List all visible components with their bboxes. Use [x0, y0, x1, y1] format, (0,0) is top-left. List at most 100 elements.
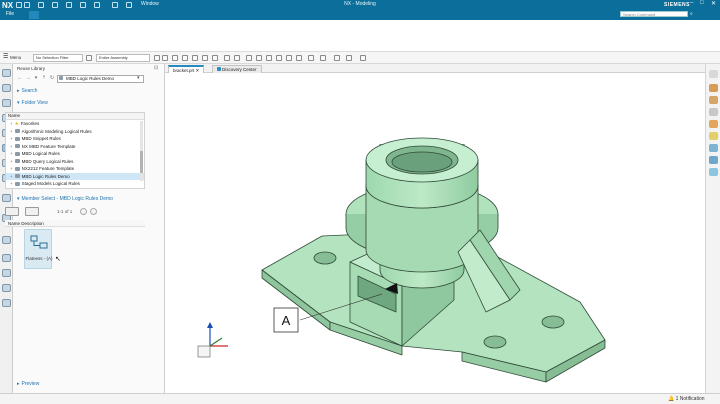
view-tool-icon-5[interactable] [286, 55, 292, 61]
resource-icon-3[interactable] [2, 99, 11, 107]
notification-status[interactable]: 🔔 1 Notification [668, 396, 705, 402]
tree-column-header[interactable]: Name [6, 113, 144, 120]
tree-item-label: Favorites [20, 121, 40, 126]
search-icon[interactable]: ⌕ [690, 11, 693, 17]
expanded-triangle-icon: ▾ [17, 196, 20, 202]
tab-discovery-center[interactable]: Discovery Center [212, 65, 262, 73]
panel-pin-icon[interactable]: ⊡ [154, 65, 158, 71]
snap-point-icon-3[interactable] [202, 55, 208, 61]
chevron-down-icon[interactable]: ▾ [137, 75, 140, 81]
tree-item-label: MBD Snippet Rules [21, 136, 61, 141]
folder-view-section-header[interactable]: ▾ Folder View [17, 100, 48, 106]
graphics-window[interactable]: A [165, 73, 705, 393]
home-tab-icon[interactable] [29, 11, 39, 19]
view-tool-icon-1[interactable] [246, 55, 252, 61]
collapsed-triangle-icon: ▸ [17, 88, 20, 94]
orient-view-icon[interactable] [334, 55, 340, 61]
tree-item[interactable]: + NX2212 Feature Template [6, 165, 144, 173]
view-tool-icon-3[interactable] [266, 55, 272, 61]
tree-item[interactable]: + MBD Snippet Rules [6, 135, 144, 143]
tree-item[interactable]: + MBD Logical Rules [6, 150, 144, 158]
view-icon-2[interactable] [709, 84, 718, 92]
view-icon-5[interactable] [709, 120, 718, 128]
snap-point-icon-6[interactable] [234, 55, 240, 61]
resource-icon-11[interactable] [2, 236, 11, 244]
expand-icon[interactable]: + [10, 181, 13, 186]
expand-icon[interactable]: + [10, 121, 13, 126]
view-icon-8[interactable] [709, 156, 718, 164]
dropdown-icon[interactable]: ▾ [32, 75, 40, 82]
menu-icon[interactable]: ☰ [3, 53, 9, 60]
member-item-flatness[interactable]: Flatness - (A) [24, 229, 53, 269]
tree-item[interactable]: + ★ Favorites [6, 120, 144, 128]
view-tool-icon-2[interactable] [256, 55, 262, 61]
tree-item[interactable]: + Staged Models Logical Rules [6, 180, 144, 188]
file-menu[interactable]: File [6, 11, 14, 17]
view-tool-icon-4[interactable] [276, 55, 282, 61]
resource-icon-12[interactable] [2, 254, 11, 262]
next-page-icon[interactable] [90, 208, 97, 215]
close-button[interactable]: ✕ [711, 0, 716, 7]
expand-icon[interactable]: + [10, 144, 13, 149]
filter-reset-icon[interactable] [86, 55, 92, 61]
scrollbar-thumb[interactable] [140, 151, 143, 173]
search-section-label: Search [21, 88, 38, 94]
view-icon-4[interactable] [709, 108, 718, 116]
resource-icon-9[interactable] [2, 194, 11, 202]
view-icon-3[interactable] [709, 96, 718, 104]
resource-icon-13[interactable] [2, 269, 11, 277]
expand-icon[interactable]: + [10, 159, 13, 164]
selection-filter-select[interactable]: No Selection Filter [33, 54, 83, 62]
selection-tool-icon-2[interactable] [162, 55, 168, 61]
search-command-input[interactable]: Search Command [620, 11, 688, 17]
library-select[interactable]: MBD Logic Rules Demo [57, 75, 144, 83]
filter-button[interactable] [25, 207, 39, 216]
render-style-icon[interactable] [320, 55, 326, 61]
expand-icon[interactable]: + [10, 136, 13, 141]
up-folder-icon[interactable]: ⇡ [40, 75, 48, 82]
tree-item[interactable]: + MBD Query Logical Rules [6, 158, 144, 166]
member-column-header[interactable]: Name Description [5, 220, 145, 227]
view-icon-6[interactable] [709, 132, 718, 140]
expand-icon[interactable]: + [10, 129, 13, 134]
back-icon[interactable]: ← [16, 75, 24, 82]
view-tool-icon-6[interactable] [296, 55, 302, 61]
layer-icon[interactable] [346, 55, 352, 61]
previous-page-icon[interactable] [80, 208, 87, 215]
preview-section-header[interactable]: ▸ Preview [17, 381, 39, 387]
view-icon-7[interactable] [709, 144, 718, 152]
view-tool-icon-7[interactable] [308, 55, 314, 61]
snap-point-icon-1[interactable] [182, 55, 188, 61]
resource-icon-1[interactable] [2, 69, 11, 77]
snap-point-icon-2[interactable] [192, 55, 198, 61]
selection-tool-icon-1[interactable] [154, 55, 160, 61]
resource-icon-2[interactable] [2, 84, 11, 92]
display-icon[interactable] [360, 55, 366, 61]
tree-item[interactable]: + NX MBD Feature Template [6, 143, 144, 151]
view-icon-1[interactable] [709, 70, 718, 78]
minimize-button[interactable]: – [690, 0, 693, 6]
expand-icon[interactable]: + [10, 166, 13, 171]
resource-icon-14[interactable] [2, 284, 11, 292]
selection-tool-icon-3[interactable] [172, 55, 178, 61]
menu-button[interactable]: Menu [10, 55, 21, 60]
view-mode-button[interactable] [5, 207, 19, 216]
search-section-header[interactable]: ▸ Search [17, 88, 37, 94]
snap-point-icon-4[interactable] [212, 55, 218, 61]
maximize-button[interactable]: □ [700, 0, 704, 6]
resource-icon-15[interactable] [2, 299, 11, 307]
assembly-scope-select[interactable]: Entire Assembly [96, 54, 150, 62]
tree-item[interactable]: + Algorithmic Modeling Logical Rules [6, 128, 144, 136]
tree-scrollbar[interactable] [140, 121, 143, 181]
refresh-icon[interactable]: ↻ [48, 75, 56, 82]
forward-icon[interactable]: → [24, 75, 32, 82]
ribbon [0, 20, 720, 52]
snap-point-icon-5[interactable] [224, 55, 230, 61]
expand-icon[interactable]: + [10, 174, 13, 179]
expand-icon[interactable]: + [10, 151, 13, 156]
tab-bracket-prt[interactable]: bracket.prt ✕ [168, 65, 205, 73]
bracket-model[interactable]: A [165, 73, 705, 393]
view-icon-9[interactable] [709, 168, 718, 176]
member-select-section-header[interactable]: ▾ Member Select - MBD Logic Rules Demo [17, 196, 113, 202]
tree-item-selected[interactable]: + MBD Logic Rules Demo [6, 172, 144, 180]
